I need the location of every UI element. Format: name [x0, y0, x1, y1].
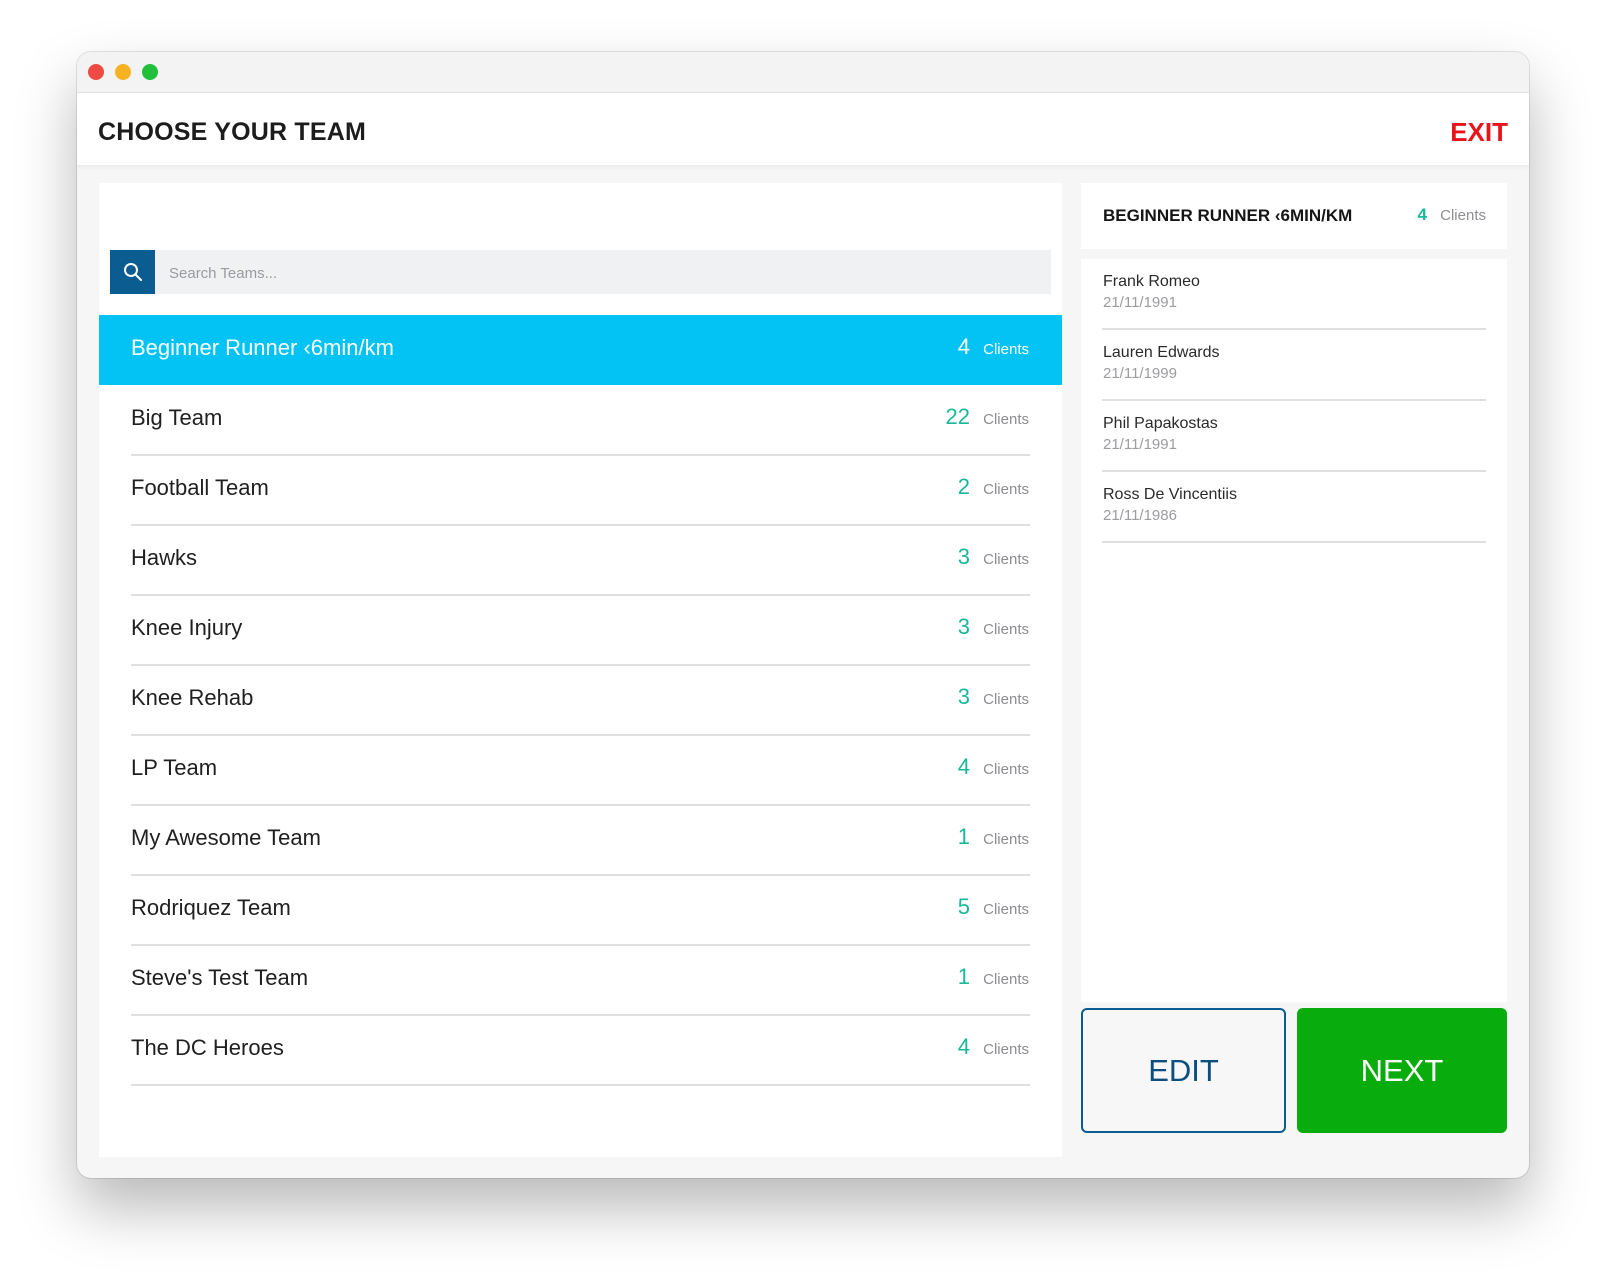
team-name: LP Team: [131, 755, 218, 780]
team-client-count: 3: [957, 684, 970, 709]
member-item[interactable]: Phil Papakostas 21/11/1991: [1102, 401, 1486, 472]
team-client-count: 4: [957, 334, 970, 359]
exit-button[interactable]: EXIT: [1450, 117, 1508, 148]
team-name: Knee Injury: [131, 615, 243, 640]
row-divider: [131, 1084, 1030, 1086]
team-clients-label: Clients: [983, 971, 1029, 988]
page-title: CHOOSE YOUR TEAM: [98, 118, 367, 146]
team-list-panel: Beginner Runner ‹6min/km 4 Clients Big T…: [99, 183, 1062, 1157]
team-row[interactable]: Steve's Test Team 1 Clients: [99, 945, 1062, 1016]
selected-team-name: BEGINNER RUNNER ‹6MIN/KM: [1103, 206, 1353, 225]
search-input[interactable]: [167, 250, 1031, 296]
team-client-count: 2: [957, 474, 970, 499]
member-item[interactable]: Frank Romeo 21/11/1991: [1102, 259, 1486, 330]
team-name: Beginner Runner ‹6min/km: [131, 335, 394, 360]
team-clients-label: Clients: [983, 1041, 1029, 1058]
team-row[interactable]: Knee Injury 3 Clients: [99, 595, 1062, 666]
team-client-count: 4: [957, 1034, 970, 1059]
team-row[interactable]: Knee Rehab 3 Clients: [99, 665, 1062, 736]
member-item[interactable]: Lauren Edwards 21/11/1999: [1102, 330, 1486, 401]
team-row[interactable]: Big Team 22 Clients: [99, 385, 1062, 456]
team-row[interactable]: Football Team 2 Clients: [99, 455, 1062, 526]
team-name: Steve's Test Team: [131, 965, 309, 990]
team-client-count: 4: [957, 754, 970, 779]
window-titlebar: [77, 52, 1529, 93]
team-name: Rodriquez Team: [131, 895, 291, 920]
minimize-window-button[interactable]: [115, 64, 131, 80]
selected-team-count: 4: [1417, 205, 1427, 224]
team-row[interactable]: LP Team 4 Clients: [99, 735, 1062, 806]
member-name: Lauren Edwards: [1103, 344, 1220, 361]
member-item[interactable]: Ross De Vincentiis 21/11/1986: [1102, 472, 1486, 543]
team-name: Hawks: [131, 545, 198, 570]
team-name: Big Team: [131, 405, 223, 430]
team-client-count: 3: [957, 544, 970, 569]
close-window-button[interactable]: [88, 64, 104, 80]
team-clients-label: Clients: [983, 551, 1029, 568]
team-name: The DC Heroes: [131, 1035, 284, 1060]
team-row[interactable]: Rodriquez Team 5 Clients: [99, 875, 1062, 946]
team-row[interactable]: The DC Heroes 4 Clients: [99, 1015, 1062, 1086]
team-client-count: 5: [957, 894, 970, 919]
member-name: Ross De Vincentiis: [1103, 486, 1237, 503]
search-icon: [124, 263, 142, 281]
team-row[interactable]: My Awesome Team 1 Clients: [99, 805, 1062, 876]
team-clients-label: Clients: [983, 481, 1029, 498]
edit-button[interactable]: EDIT: [1081, 1008, 1286, 1133]
team-clients-label: Clients: [983, 691, 1029, 708]
selected-team-clients-label: Clients: [1440, 207, 1486, 224]
team-clients-label: Clients: [983, 411, 1029, 428]
team-clients-label: Clients: [983, 621, 1029, 638]
page-header: CHOOSE YOUR TEAM EXIT: [77, 93, 1529, 165]
search-bar: [110, 250, 1051, 296]
team-clients-label: Clients: [983, 761, 1029, 778]
team-name: Knee Rehab: [131, 685, 254, 710]
team-members-panel: Frank Romeo 21/11/1991 Lauren Edwards 21…: [1081, 259, 1507, 1002]
team-name: Football Team: [131, 475, 269, 500]
member-name: Phil Papakostas: [1103, 415, 1218, 432]
team-list: Beginner Runner ‹6min/km 4 Clients Big T…: [99, 315, 1062, 1086]
team-clients-label: Clients: [983, 341, 1029, 358]
maximize-window-button[interactable]: [142, 64, 158, 80]
team-client-count: 1: [957, 964, 970, 989]
team-clients-label: Clients: [983, 901, 1029, 918]
search-button[interactable]: [110, 250, 155, 294]
team-name: My Awesome Team: [131, 825, 321, 850]
team-client-count: 3: [957, 614, 970, 639]
team-clients-label: Clients: [983, 831, 1029, 848]
member-name: Frank Romeo: [1103, 273, 1200, 290]
app-window: CHOOSE YOUR TEAM EXIT Beginner Runner ‹6…: [77, 52, 1529, 1178]
team-row[interactable]: Hawks 3 Clients: [99, 525, 1062, 596]
member-dob: 21/11/1986: [1103, 507, 1177, 524]
team-client-count: 22: [945, 404, 970, 429]
member-dob: 21/11/1991: [1103, 436, 1177, 453]
team-client-count: 1: [957, 824, 970, 849]
member-dob: 21/11/1991: [1103, 294, 1177, 311]
selected-team-header: BEGINNER RUNNER ‹6MIN/KM 4 Clients: [1081, 183, 1507, 249]
member-dob: 21/11/1999: [1103, 365, 1177, 382]
next-button[interactable]: NEXT: [1297, 1008, 1507, 1133]
team-row[interactable]: Beginner Runner ‹6min/km 4 Clients: [99, 315, 1062, 385]
